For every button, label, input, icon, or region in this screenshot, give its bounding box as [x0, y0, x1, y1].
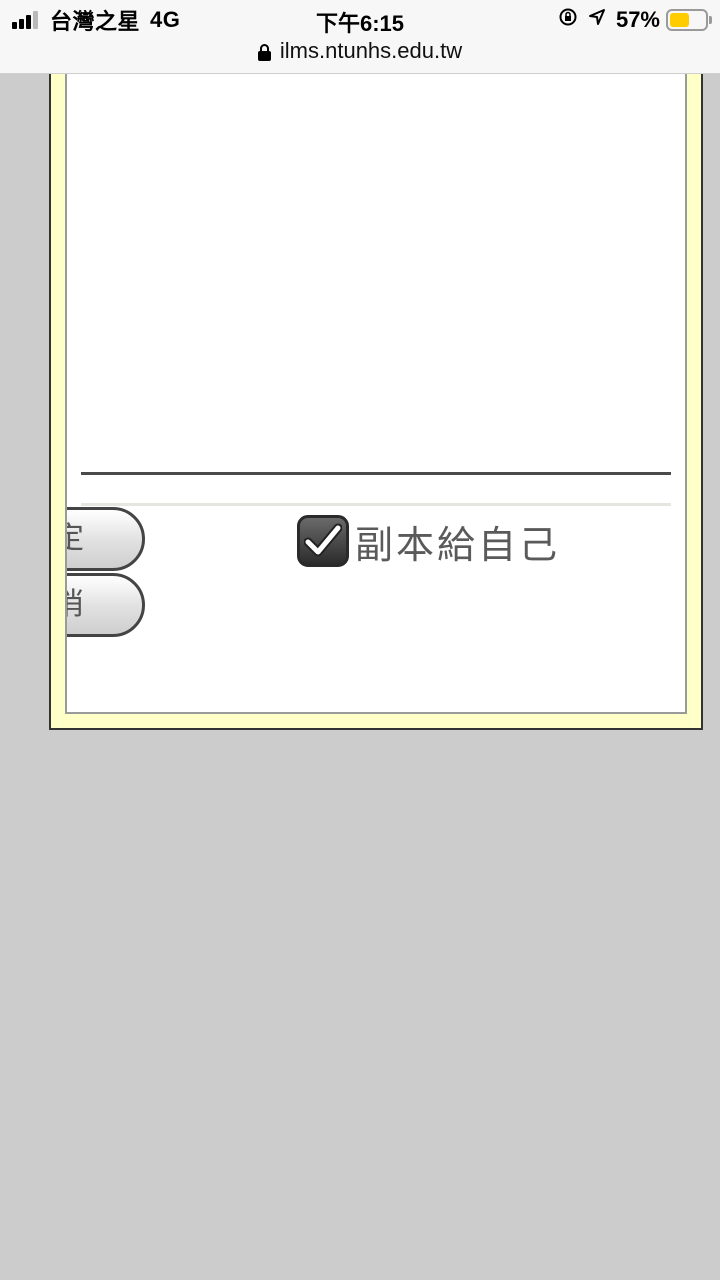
- orientation-lock-icon: [558, 7, 578, 33]
- status-right: 57%: [558, 6, 712, 34]
- location-arrow-icon: [588, 8, 606, 32]
- cancel-button-label: 消: [67, 587, 84, 622]
- lock-icon: [257, 43, 271, 61]
- confirm-button[interactable]: 定: [67, 507, 145, 571]
- battery-icon: [666, 9, 712, 31]
- url-text[interactable]: ilms.ntunhs.edu.tw: [280, 38, 462, 64]
- dialog-content: 定 消 副本給自己: [65, 74, 687, 714]
- copy-to-self-option[interactable]: 副本給自己: [297, 515, 560, 567]
- copy-to-self-label: 副本給自己: [355, 522, 561, 567]
- cancel-button[interactable]: 消: [67, 573, 145, 637]
- divider: [81, 503, 671, 506]
- battery-percent: 57%: [615, 7, 660, 32]
- copy-to-self-checkbox[interactable]: [297, 515, 349, 567]
- message-body-area[interactable]: [81, 74, 671, 474]
- address-bar[interactable]: ilms.ntunhs.edu.tw: [0, 36, 720, 66]
- status-bar: 台灣之星 4G 下午6:15 57% ilms.ntunhs.edu.tw: [0, 0, 720, 74]
- divider: [81, 472, 671, 475]
- confirm-button-label: 定: [67, 521, 84, 556]
- mail-dialog: 定 消 副本給自己: [49, 74, 703, 730]
- checkmark-icon: [304, 523, 342, 557]
- battery-level: [670, 13, 690, 27]
